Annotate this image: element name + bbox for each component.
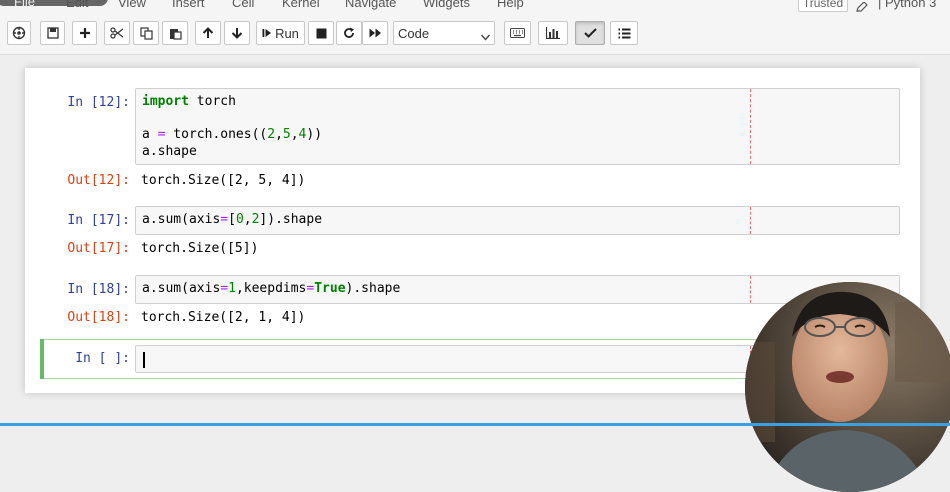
kernel-name: Python 3	[885, 0, 937, 10]
text-cursor	[143, 352, 145, 368]
line-length-ruler	[750, 207, 751, 234]
presenter-video-icon	[745, 282, 950, 492]
menu-widgets[interactable]: Widgets	[423, 0, 470, 10]
code-token: a.shape	[142, 143, 197, 159]
command-palette-keyboard-button[interactable]	[504, 21, 531, 45]
cell-type-select[interactable]: Code	[393, 21, 495, 45]
code-token: torch	[188, 94, 236, 109]
code-token: [	[228, 212, 236, 227]
cell-output: torch.Size([5])	[141, 241, 259, 256]
bar-chart-icon	[546, 27, 560, 39]
plus-icon	[79, 27, 91, 39]
save-button[interactable]	[40, 21, 65, 45]
code-token: a.sum(axis	[142, 281, 221, 296]
menu-view[interactable]: View	[118, 0, 146, 10]
code-text: a.sum(axis=[0,2]).shape	[142, 212, 322, 229]
code-token: ).shape	[345, 281, 401, 296]
webcam-overlay	[745, 282, 950, 492]
code-token: ).shape	[267, 212, 323, 227]
paste-button[interactable]	[162, 21, 188, 45]
keyboard-icon	[510, 28, 525, 38]
code-token: True	[314, 281, 346, 296]
menu-file-label: File	[14, 0, 35, 9]
kernel-indicator: | Python 3	[878, 0, 936, 10]
arrow-up-icon	[202, 27, 214, 39]
cell-output: torch.Size([2, 1, 4])	[141, 310, 306, 325]
code-cell-input[interactable]: import torch a = torch.ones((2,5,4)) a.s…	[135, 88, 900, 165]
code-token: import	[142, 94, 189, 109]
code-token: ))	[306, 127, 323, 142]
code-token: 0	[235, 212, 244, 227]
menu-navigate[interactable]: Navigate	[345, 0, 396, 10]
copy-button[interactable]	[133, 21, 159, 45]
line-length-ruler	[750, 89, 751, 164]
cell-type-value: Code	[398, 26, 430, 41]
code-token: 1	[228, 281, 236, 296]
insert-cell-button[interactable]	[72, 21, 97, 45]
output-prompt: Out[17]:	[67, 241, 130, 256]
menu-bar: File Edit View Insert Cell Kernel Naviga…	[0, 0, 950, 14]
list-icon	[618, 28, 631, 39]
code-token: 5	[282, 127, 291, 142]
output-prompt: Out[12]:	[67, 173, 130, 188]
cell-output: torch.Size([2, 5, 4])	[141, 173, 306, 188]
menu-insert[interactable]: Insert	[172, 0, 205, 10]
copy-icon	[139, 26, 153, 40]
code-token: =	[220, 212, 229, 227]
keyboard-icon	[12, 26, 26, 40]
restart-button[interactable]	[336, 21, 362, 45]
code-token: =	[220, 281, 229, 296]
run-button[interactable]: Run	[256, 21, 305, 45]
code-text: a.sum(axis=1,keepdims=True).shape	[142, 281, 400, 298]
arrow-down-icon	[231, 27, 243, 39]
code-token: torch.ones((	[165, 127, 268, 142]
menu-cell[interactable]: Cell	[232, 0, 254, 10]
input-prompt: In [17]:	[67, 213, 130, 228]
code-token: ,	[275, 127, 283, 142]
refresh-icon	[343, 27, 355, 39]
interrupt-button[interactable]	[308, 21, 334, 45]
cut-button[interactable]	[104, 21, 130, 45]
input-prompt: In [12]:	[67, 95, 130, 110]
code-cell-input[interactable]: a.sum(axis=1,keepdims=True).shape	[135, 275, 900, 304]
fast-forward-icon	[369, 28, 382, 38]
input-prompt: In [18]:	[67, 282, 130, 297]
output-prompt: Out[18]:	[67, 310, 130, 325]
line-length-ruler	[750, 276, 751, 303]
move-down-button[interactable]	[224, 21, 250, 45]
input-prompt: In [ ]:	[75, 351, 130, 366]
move-up-button[interactable]	[195, 21, 221, 45]
code-token: ,	[243, 212, 252, 227]
menu-kernel[interactable]: Kernel	[282, 0, 320, 10]
menu-help[interactable]: Help	[497, 0, 524, 10]
code-cell-input[interactable]: a.sum(axis=[0,2]).shape	[135, 206, 900, 235]
code-token: 2	[267, 127, 276, 142]
stop-icon	[316, 28, 327, 39]
menu-edit[interactable]: Edit	[66, 0, 88, 10]
save-icon	[46, 27, 59, 39]
scissors-icon	[110, 27, 124, 39]
code-text: import torch a = torch.ones((2,5,4)) a.s…	[142, 94, 322, 160]
chevron-down-icon	[480, 29, 491, 44]
command-palette-button[interactable]	[7, 21, 31, 45]
check-icon	[583, 28, 597, 38]
trusted-badge[interactable]: Trusted	[798, 0, 848, 12]
code-token: a	[142, 127, 158, 142]
menu-file[interactable]: File	[0, 0, 108, 9]
run-label: Run	[275, 25, 299, 41]
chart-button[interactable]	[538, 21, 568, 45]
list-button[interactable]	[610, 21, 638, 45]
step-forward-icon	[262, 28, 272, 38]
code-token: ,	[290, 127, 299, 142]
check-button[interactable]	[575, 21, 605, 45]
pencil-icon[interactable]	[856, 0, 868, 14]
code-token: a.sum(axis	[142, 212, 221, 227]
restart-run-all-button[interactable]	[362, 21, 388, 45]
paste-icon	[169, 27, 182, 40]
code-token: ,keepdims	[235, 281, 307, 296]
